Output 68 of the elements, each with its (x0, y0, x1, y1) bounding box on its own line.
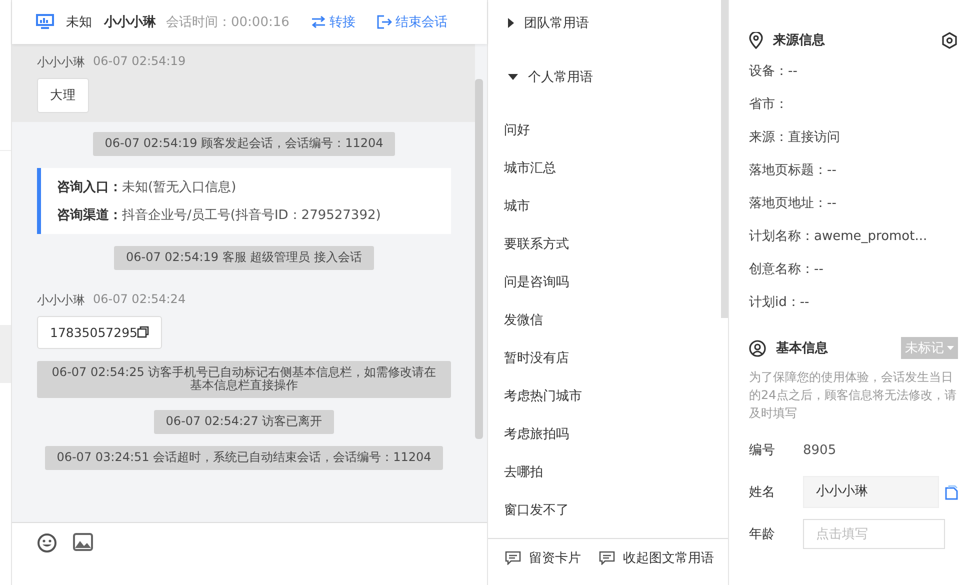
visitor-name: 小小小琳 (104, 14, 156, 31)
system-message: 06-07 03:24:51 会话超时，系统已自动结束会话，会话编号：11204 (44, 446, 444, 470)
caret-right-icon (508, 18, 514, 28)
field-label: 姓名 (749, 484, 776, 501)
phrase-item[interactable]: 窗口发不了 (504, 500, 720, 538)
phrase-item[interactable]: 城市 (504, 196, 720, 234)
source-field: 计划id：-- (749, 293, 958, 326)
transfer-button[interactable]: 转接 (311, 13, 356, 31)
source-field: 落地页标题：-- (749, 161, 958, 194)
device-label: 未知 (66, 14, 92, 31)
field-value: 8905 (803, 442, 836, 458)
phrase-item[interactable]: 要联系方式 (504, 234, 720, 272)
message-time: 06-07 02:54:24 (93, 292, 186, 308)
sender-name: 小小小琳 (37, 292, 85, 309)
phrase-item[interactable]: 问是咨询吗 (504, 272, 720, 310)
location-pin-icon (749, 32, 763, 48)
input-field[interactable]: 点击填写 (803, 519, 945, 549)
sender-name: 小小小琳 (37, 54, 85, 71)
phrase-item[interactable]: 考虑热门城市 (504, 386, 720, 424)
system-message: 06-07 02:54:27 访客已离开 (154, 410, 334, 434)
swap-icon (311, 16, 326, 28)
phrase-item[interactable]: 城市汇总 (504, 158, 720, 196)
source-field: 来源：直接访问 (749, 128, 958, 161)
emoji-icon[interactable] (37, 533, 57, 553)
scrollbar-thumb[interactable] (475, 79, 483, 439)
copy-icon[interactable] (137, 326, 150, 338)
section-title: 基本信息 (776, 340, 829, 357)
source-field: 落地页地址：-- (749, 194, 958, 227)
info-value: 未知(暂无入口信息) (122, 180, 236, 195)
scrollbar-thumb[interactable] (721, 0, 728, 318)
session-timer: 会话时间：00:00:16 (166, 14, 290, 31)
settings-icon[interactable] (941, 32, 958, 48)
phrase-group[interactable]: 个人常用语 (504, 66, 720, 88)
phrase-item[interactable]: 考虑旅拍吗 (504, 424, 720, 462)
caret-down-icon (508, 74, 518, 80)
source-field: 省市： (749, 95, 958, 128)
toolbar-link[interactable]: 留资卡片 (505, 549, 581, 567)
end-session-button[interactable]: 结束会话 (377, 13, 448, 31)
source-field: 创意名称：-- (749, 260, 958, 293)
message-text: 大理 (50, 87, 76, 104)
field-label: 编号 (749, 442, 776, 459)
message-text: 17835057295 (50, 324, 138, 340)
system-message: 06-07 02:54:25 访客手机号已自动标记右侧基本信息栏，如需修改请在基本信息栏直接操作 (37, 360, 451, 398)
phrase-item[interactable]: 问好 (504, 120, 720, 158)
monitor-icon (36, 14, 54, 30)
phrase-item[interactable]: 去哪拍 (504, 462, 720, 500)
info-label: 咨询渠道： (57, 208, 122, 223)
message-icon (599, 551, 615, 565)
exit-icon (377, 15, 392, 29)
user-icon (749, 340, 766, 356)
system-message: 06-07 02:54:19 顾客发起会话，会话编号：11204 (92, 132, 396, 156)
notice-text: 为了保障您的使用体验，会话发生当日的24点之后，顾客信息将无法修改，请及时填写 (749, 369, 958, 422)
image-icon[interactable] (73, 533, 93, 551)
phrase-item[interactable]: 暂时没有店 (504, 348, 720, 386)
info-label: 咨询入口： (57, 180, 122, 195)
source-field: 设备：-- (749, 62, 958, 95)
field-label: 年龄 (749, 526, 776, 543)
source-field: 计划名称：aweme_promot... (749, 227, 958, 260)
input-field[interactable]: 小小小琳 (803, 476, 939, 508)
phrase-group[interactable]: 团队常用语 (504, 12, 720, 34)
message-icon (505, 551, 521, 565)
phrase-item[interactable]: 发微信 (504, 310, 720, 348)
caret-down-icon (947, 346, 954, 350)
section-title: 来源信息 (773, 32, 826, 49)
message-time: 06-07 02:54:19 (93, 54, 186, 70)
toolbar-link[interactable]: 收起图文常用语 (599, 549, 714, 567)
system-message: 06-07 02:54:19 客服 超级管理员 接入会话 (114, 246, 374, 270)
info-value: 抖音企业号/员工号(抖音号ID：279527392) (122, 208, 381, 223)
